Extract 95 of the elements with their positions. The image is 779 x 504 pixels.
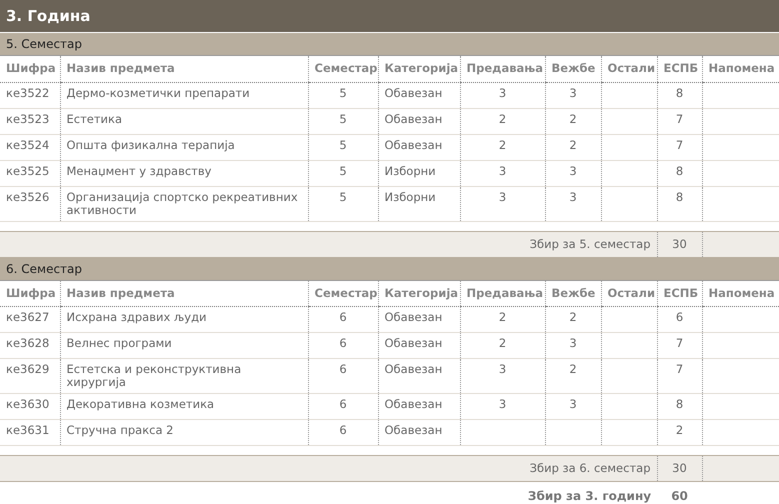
year-sum-value: 60: [670, 488, 689, 504]
semester-title: 5. Семестар: [0, 33, 779, 56]
course-category: Обавезан: [378, 394, 460, 420]
semester-number: 6: [308, 306, 378, 332]
course-category: Обавезан: [378, 82, 460, 108]
course-category: Обавезан: [378, 108, 460, 134]
exercise-hours: 2: [545, 358, 601, 394]
column-header: Напомена: [702, 280, 779, 306]
course-code: ке3522: [0, 82, 60, 108]
course-name: Стручна пракса 2: [60, 420, 308, 446]
ects-credits: 8: [657, 186, 702, 221]
course-category: Изборни: [378, 160, 460, 186]
course-name: Исхрана здравих људи: [60, 306, 308, 332]
column-header: Вежбе: [545, 280, 601, 306]
lecture-hours: 2: [460, 306, 545, 332]
semester-title: 6. Семестар: [0, 258, 779, 280]
year-title: 3. Година: [0, 0, 779, 33]
semester-number: 6: [308, 394, 378, 420]
course-name: Декоративна козметика: [60, 394, 308, 420]
exercise-hours: 2: [545, 108, 601, 134]
semester-sum-value: 30: [657, 231, 702, 257]
ects-credits: 7: [657, 332, 702, 358]
exercise-hours: 3: [545, 82, 601, 108]
year-sum-label: Збир за 3. годину: [526, 488, 652, 504]
column-header: Шифра: [0, 56, 60, 82]
semester-number: 6: [308, 420, 378, 446]
exercise-hours: 2: [545, 134, 601, 160]
course-name: Естетска и реконструктивна хирургија: [60, 358, 308, 394]
course-name: Дермо-козметички препарати: [60, 82, 308, 108]
column-header: Категорија: [378, 56, 460, 82]
course-name: Организација спортско рекреативних активности: [60, 186, 308, 221]
column-header: Остали: [601, 56, 657, 82]
semester-number: 5: [308, 186, 378, 221]
semester-sum-label: Збир за 6. семестар: [0, 456, 657, 482]
semester-number: 6: [308, 332, 378, 358]
lecture-hours: 2: [460, 332, 545, 358]
course-name: Менаџмент у здравству: [60, 160, 308, 186]
semester-number: 5: [308, 82, 378, 108]
column-header: Назив предмета: [60, 280, 308, 306]
ects-credits: 8: [657, 394, 702, 420]
exercise-hours: 3: [545, 394, 601, 420]
exercise-hours: 3: [545, 332, 601, 358]
course-code: ке3526: [0, 186, 60, 221]
exercise-hours: 2: [545, 306, 601, 332]
course-category: Обавезан: [378, 134, 460, 160]
lecture-hours: 2: [460, 134, 545, 160]
column-header: ЕСПБ: [657, 56, 702, 82]
column-header: Категорија: [378, 280, 460, 306]
course-code: ке3628: [0, 332, 60, 358]
ects-credits: 2: [657, 420, 702, 446]
column-header: Вежбе: [545, 56, 601, 82]
lecture-hours: 3: [460, 160, 545, 186]
semester-number: 6: [308, 358, 378, 394]
lecture-hours: 3: [460, 186, 545, 221]
exercise-hours: 3: [545, 160, 601, 186]
column-header: Предавања: [460, 280, 545, 306]
semester-sum-value: 30: [657, 456, 702, 482]
course-category: Обавезан: [378, 332, 460, 358]
semester-number: 5: [308, 108, 378, 134]
column-header: Шифра: [0, 280, 60, 306]
course-code: ке3627: [0, 306, 60, 332]
ects-credits: 7: [657, 108, 702, 134]
course-category: Обавезан: [378, 420, 460, 446]
course-code: ке3630: [0, 394, 60, 420]
column-header: Остали: [601, 280, 657, 306]
course-name: Естетика: [60, 108, 308, 134]
lecture-hours: 3: [460, 394, 545, 420]
course-category: Изборни: [378, 186, 460, 221]
column-header: Семестар: [308, 56, 378, 82]
column-header: Предавања: [460, 56, 545, 82]
course-code: ке3631: [0, 420, 60, 446]
ects-credits: 8: [657, 160, 702, 186]
column-header: ЕСПБ: [657, 280, 702, 306]
column-header: Напомена: [702, 56, 779, 82]
lecture-hours: 3: [460, 358, 545, 394]
semester-number: 5: [308, 160, 378, 186]
course-code: ке3524: [0, 134, 60, 160]
lecture-hours: 2: [460, 108, 545, 134]
course-code: ке3523: [0, 108, 60, 134]
exercise-hours: 3: [545, 186, 601, 221]
semester-sum-label: Збир за 5. семестар: [0, 231, 657, 257]
ects-credits: 7: [657, 134, 702, 160]
ects-credits: 8: [657, 82, 702, 108]
ects-credits: 7: [657, 358, 702, 394]
course-code: ке3629: [0, 358, 60, 394]
ects-credits: 6: [657, 306, 702, 332]
semester-number: 5: [308, 134, 378, 160]
course-category: Обавезан: [378, 306, 460, 332]
course-category: Обавезан: [378, 358, 460, 394]
lecture-hours: 3: [460, 82, 545, 108]
course-name: Општа физикална терапија: [60, 134, 308, 160]
column-header: Семестар: [308, 280, 378, 306]
course-name: Велнес програми: [60, 332, 308, 358]
course-code: ке3525: [0, 160, 60, 186]
column-header: Назив предмета: [60, 56, 308, 82]
